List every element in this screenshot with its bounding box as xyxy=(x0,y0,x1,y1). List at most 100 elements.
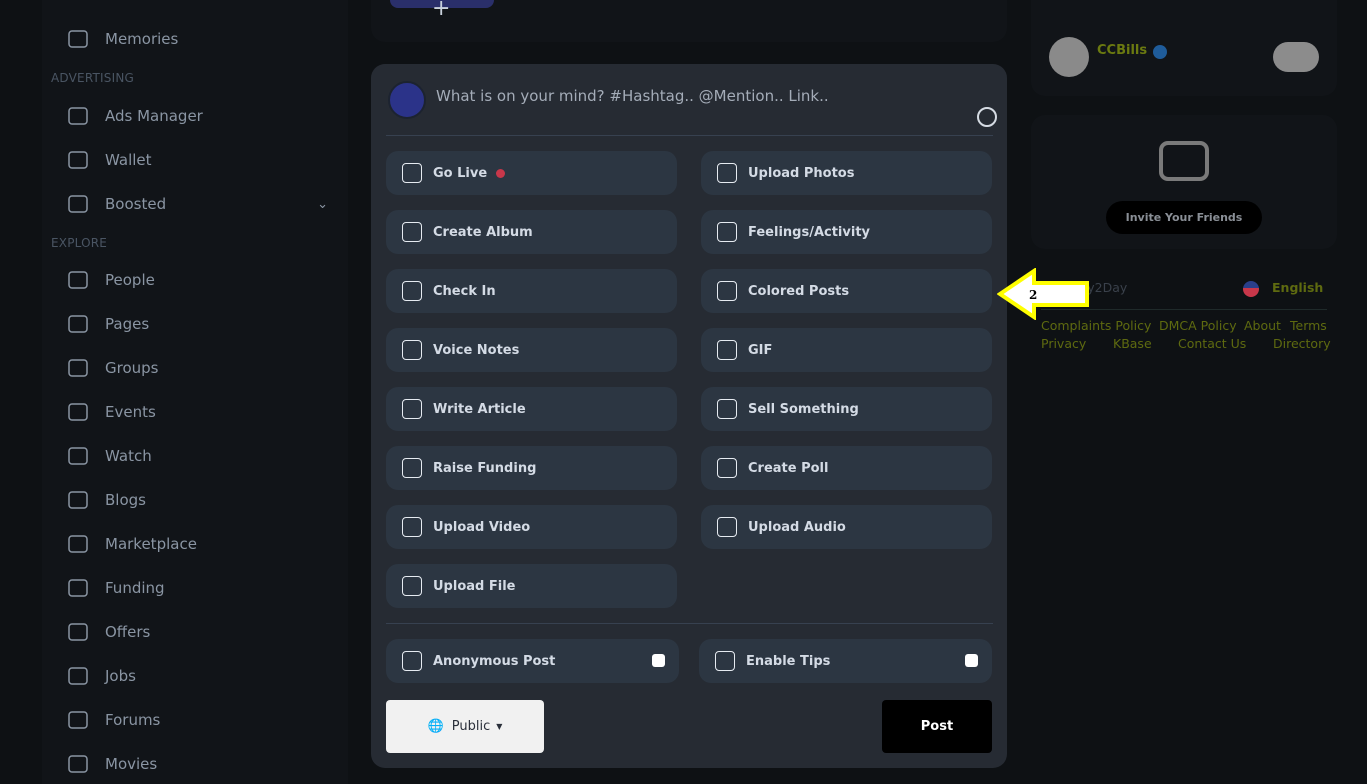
invite-card: Invite Your Friends xyxy=(1031,115,1337,249)
sidebar-item-label: Groups xyxy=(105,359,159,377)
sidebar-item-offers[interactable]: Offers xyxy=(66,617,326,647)
megaphone-icon xyxy=(68,107,88,125)
memories-icon xyxy=(68,30,88,48)
gift-icon xyxy=(715,651,735,671)
sidebar-item-forums[interactable]: Forums xyxy=(66,705,326,735)
post-input[interactable]: What is on your mind? #Hashtag.. @Mentio… xyxy=(436,87,829,105)
footer-link[interactable]: Contact Us xyxy=(1178,336,1246,351)
sidebar-item-label: Movies xyxy=(105,755,158,773)
action-colored-posts[interactable]: Colored Posts xyxy=(701,269,992,313)
people-icon xyxy=(68,271,88,289)
action-label: GIF xyxy=(748,342,773,358)
action-sell-something[interactable]: Sell Something xyxy=(701,387,992,431)
footer-link[interactable]: Directory xyxy=(1273,336,1331,351)
upload-photos-icon xyxy=(717,163,737,183)
calendar-icon xyxy=(68,403,88,421)
store-icon xyxy=(68,535,88,553)
sidebar-item-groups[interactable]: Groups xyxy=(66,353,326,383)
sidebar-item-marketplace[interactable]: Marketplace xyxy=(66,529,326,559)
language-selector[interactable]: English xyxy=(1272,280,1323,295)
chevron-down-icon[interactable]: ⌄ xyxy=(317,197,328,212)
mail-icon xyxy=(1159,141,1209,181)
action-label: Voice Notes xyxy=(433,342,520,358)
sidebar-item-ads-manager[interactable]: Ads Manager xyxy=(66,101,326,131)
sidebar-item-label: Jobs xyxy=(105,667,136,685)
action-label: Sell Something xyxy=(748,401,859,417)
action-voice-notes[interactable]: Voice Notes xyxy=(386,328,677,372)
sidebar-item-memories[interactable]: Memories xyxy=(66,24,326,54)
briefcase-icon xyxy=(68,667,88,685)
footer-link[interactable]: Complaints Policy xyxy=(1041,318,1151,333)
action-upload-audio[interactable]: Upload Audio xyxy=(701,505,992,549)
action-label: Upload Audio xyxy=(748,519,846,535)
sidebar-item-blogs[interactable]: Blogs xyxy=(66,485,326,515)
live-dot-icon xyxy=(496,168,506,178)
sidebar-item-label: Boosted xyxy=(105,195,167,213)
sidebar-item-pages[interactable]: Pages xyxy=(66,309,326,339)
upload-audio-icon xyxy=(717,517,737,537)
sidebar-item-funding[interactable]: Funding xyxy=(66,573,326,603)
action-label: Upload Video xyxy=(433,519,531,535)
us-flag-icon xyxy=(1243,281,1259,297)
flag-icon xyxy=(68,315,88,333)
sidebar-item-people[interactable]: People xyxy=(66,265,326,295)
anonymous-checkbox[interactable] xyxy=(652,654,665,667)
sidebar-item-label: Wallet xyxy=(105,151,152,169)
action-label: Check In xyxy=(433,283,496,299)
raise-funding-icon xyxy=(402,458,422,478)
sidebar-item-label: Events xyxy=(105,403,156,421)
post-button[interactable]: Post xyxy=(882,700,992,753)
privacy-dropdown[interactable]: 🌐 Public ▼ xyxy=(386,700,544,753)
action-create-album[interactable]: Create Album xyxy=(386,210,677,254)
action-upload-file[interactable]: Upload File xyxy=(386,564,677,608)
action-go-live[interactable]: Go Live xyxy=(386,151,677,195)
invite-friends-button[interactable]: Invite Your Friends xyxy=(1106,201,1262,234)
sidebar: ADVERTISING EXPLORE Memories Ads Manager W… xyxy=(42,0,348,784)
upload-file-icon xyxy=(402,576,422,596)
enable-tips-toggle[interactable]: Enable Tips xyxy=(699,639,992,683)
divider xyxy=(386,623,993,624)
sidebar-item-label: Watch xyxy=(105,447,152,465)
sidebar-item-boosted[interactable]: Boosted ⌄ xyxy=(66,189,328,219)
sidebar-item-movies[interactable]: Movies xyxy=(66,749,326,779)
sidebar-item-wallet[interactable]: Wallet xyxy=(66,145,326,175)
action-check-in[interactable]: Check In xyxy=(386,269,677,313)
sidebar-item-label: Ads Manager xyxy=(105,107,203,125)
section-explore: EXPLORE xyxy=(51,236,108,250)
action-write-article[interactable]: Write Article xyxy=(386,387,677,431)
feelings-activity-icon xyxy=(717,222,737,242)
money-bag-icon xyxy=(68,579,88,597)
emoji-icon[interactable]: ☺ xyxy=(977,107,997,127)
action-upload-photos[interactable]: Upload Photos xyxy=(701,151,992,195)
wallet-icon xyxy=(68,151,88,169)
footer-link[interactable]: DMCA Policy xyxy=(1159,318,1237,333)
action-gif[interactable]: GIF xyxy=(701,328,992,372)
sidebar-item-label: People xyxy=(105,271,155,289)
footer-link[interactable]: KBase xyxy=(1113,336,1152,351)
sidebar-item-events[interactable]: Events xyxy=(66,397,326,427)
action-feelings-activity[interactable]: Feelings/Activity xyxy=(701,210,992,254)
action-raise-funding[interactable]: Raise Funding xyxy=(386,446,677,490)
upload-video-icon xyxy=(402,517,422,537)
action-label: Go Live xyxy=(433,165,488,181)
footer-link[interactable]: About xyxy=(1244,318,1281,333)
follow-button[interactable] xyxy=(1273,42,1319,72)
tips-label: Enable Tips xyxy=(746,653,831,669)
tips-checkbox[interactable] xyxy=(965,654,978,667)
footer-link[interactable]: Terms xyxy=(1290,318,1327,333)
footer-link[interactable]: Privacy xyxy=(1041,336,1086,351)
anonymous-label: Anonymous Post xyxy=(433,653,556,669)
sidebar-item-label: Blogs xyxy=(105,491,146,509)
anonymous-post-toggle[interactable]: Anonymous Post xyxy=(386,639,679,683)
suggested-user-card: CCBills xyxy=(1031,0,1337,96)
watch-icon xyxy=(68,447,88,465)
sidebar-item-jobs[interactable]: Jobs xyxy=(66,661,326,691)
action-create-poll[interactable]: Create Poll xyxy=(701,446,992,490)
sidebar-item-label: Pages xyxy=(105,315,150,333)
sidebar-item-watch[interactable]: Watch xyxy=(66,441,326,471)
user-avatar[interactable] xyxy=(1049,37,1089,77)
divider xyxy=(386,135,993,136)
check-in-icon xyxy=(402,281,422,301)
user-name[interactable]: CCBills xyxy=(1097,43,1147,58)
action-upload-video[interactable]: Upload Video xyxy=(386,505,677,549)
